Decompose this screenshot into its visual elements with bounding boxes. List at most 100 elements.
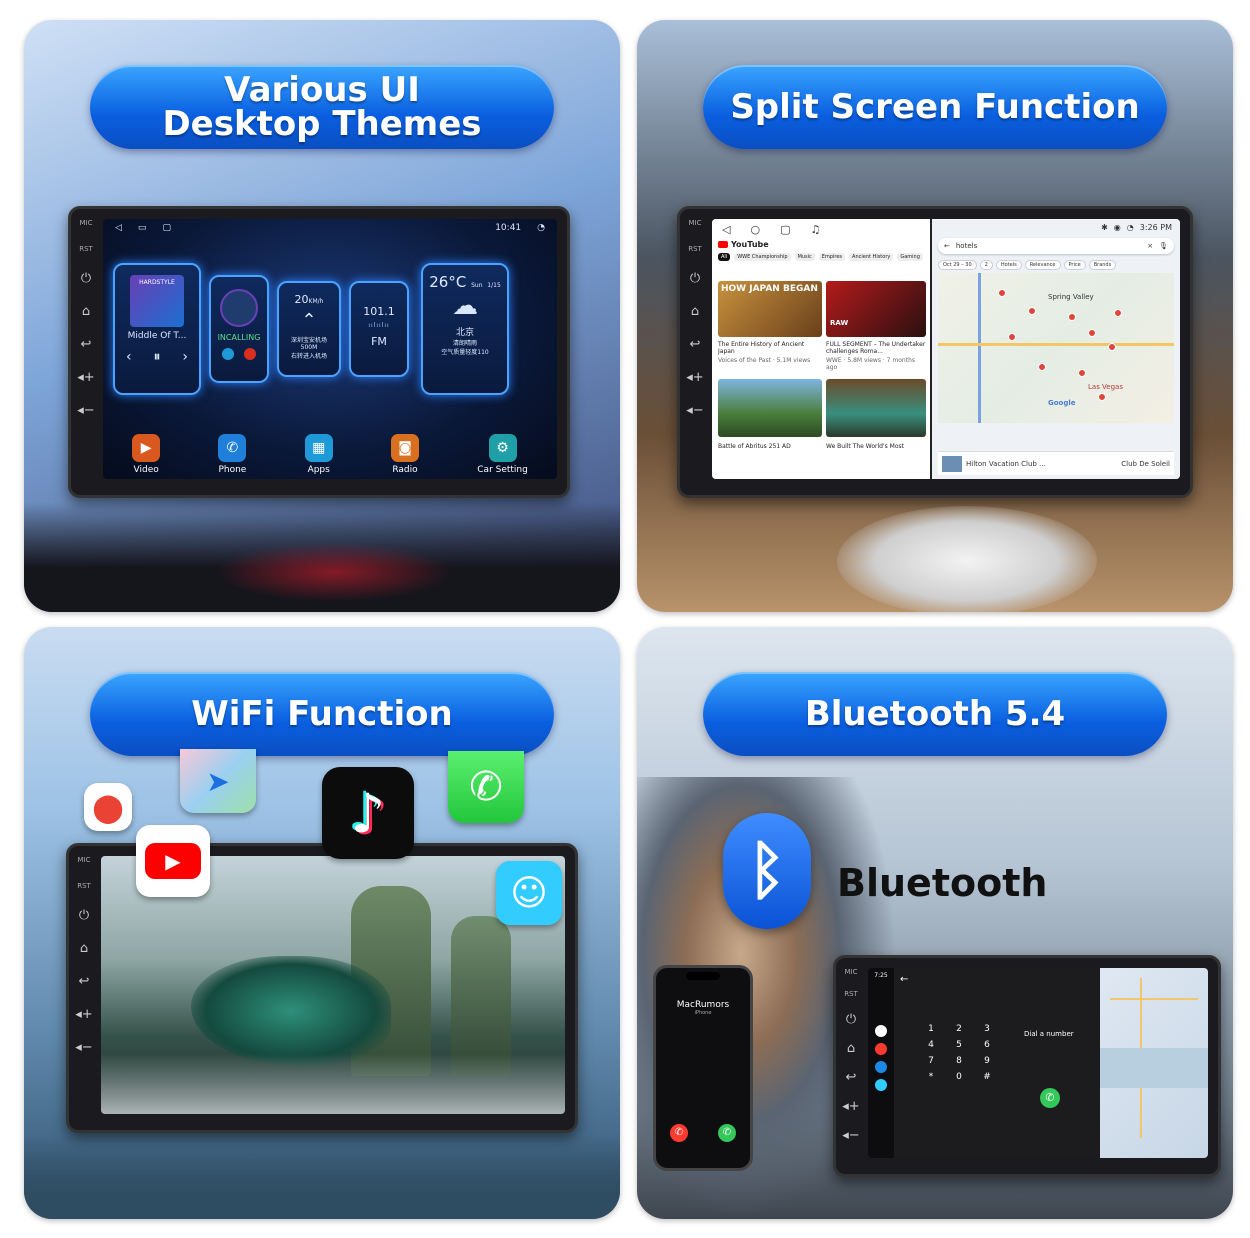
power-icon[interactable]: ⏻	[79, 908, 89, 923]
keypad-key[interactable]: 8	[946, 1056, 972, 1066]
call-card[interactable]: INCALLING	[209, 275, 269, 383]
youtube-chip[interactable]: WWE Championship	[734, 253, 791, 261]
keypad-key[interactable]: *	[918, 1072, 944, 1082]
map-pin-icon[interactable]	[1038, 363, 1046, 371]
nav-home-icon[interactable]: ○	[750, 223, 760, 236]
maps-filter-chip[interactable]: Hotels	[995, 260, 1022, 270]
map-pin-icon[interactable]	[1098, 393, 1106, 401]
power-icon[interactable]: ⏻	[846, 1012, 856, 1027]
maps-filter-chip[interactable]: Relevance	[1024, 260, 1061, 270]
decline-call-button[interactable]: ✆	[670, 1124, 688, 1142]
accept-call-icon[interactable]	[222, 348, 234, 360]
nav-home-icon[interactable]: ▭	[138, 223, 147, 233]
phone-app-icon[interactable]: ✆	[448, 751, 524, 823]
youtube-chip[interactable]: Music	[794, 253, 815, 261]
youtube-chip[interactable]: Gaming	[897, 253, 923, 261]
volume-up-icon[interactable]: ◂+	[842, 1099, 859, 1114]
map-pin-icon[interactable]	[1068, 313, 1076, 321]
volume-down-icon[interactable]: ◂−	[75, 1040, 92, 1055]
pause-icon[interactable]: ⏸	[153, 349, 160, 365]
dock-item-car-setting[interactable]: ⚙ Car Setting	[477, 434, 528, 475]
maps-filter-chip[interactable]: 2	[979, 260, 993, 270]
music-card[interactable]: HARDSTYLE Middle Of T... ‹ ⏸ ›	[113, 263, 201, 395]
music-note-icon[interactable]: ♫	[810, 223, 820, 236]
maps-filter-chip[interactable]: Price	[1063, 260, 1086, 270]
video-thumbnail-2[interactable]: RAW	[826, 281, 926, 337]
dial-call-button[interactable]: ✆	[1040, 1088, 1060, 1108]
youtube-chip[interactable]: Ancient History	[849, 253, 894, 261]
power-icon[interactable]: ⏻	[690, 271, 700, 286]
prev-icon[interactable]: ‹	[126, 349, 132, 365]
accept-call-button[interactable]: ✆	[718, 1124, 736, 1142]
maps-filter-chip[interactable]: Oct 29 – 30	[938, 260, 977, 270]
nav-recent-icon[interactable]: ▢	[162, 223, 171, 233]
maps-filter-chip[interactable]: Brands	[1088, 260, 1117, 270]
clear-icon[interactable]: ×	[1147, 242, 1153, 250]
search-back-icon[interactable]: ←	[944, 242, 950, 250]
dock-item-apps[interactable]: ▦ Apps	[304, 434, 333, 475]
map-pin-icon[interactable]	[1078, 369, 1086, 377]
nav-back-icon[interactable]: ◁	[722, 223, 730, 236]
decline-call-icon[interactable]	[244, 348, 256, 360]
keypad-key[interactable]: 3	[974, 1024, 1000, 1034]
map-pin-icon[interactable]	[1008, 333, 1016, 341]
volume-down-icon[interactable]: ◂−	[686, 403, 703, 418]
volume-down-icon[interactable]: ◂−	[77, 403, 94, 418]
tiktok-app-icon[interactable]: ♪	[322, 767, 414, 859]
keypad-key[interactable]: 4	[918, 1040, 944, 1050]
volume-up-icon[interactable]: ◂+	[75, 1007, 92, 1022]
waze-shortcut-icon[interactable]	[875, 1079, 887, 1091]
nav-recent-icon[interactable]: ▢	[780, 223, 790, 236]
waze-app-icon[interactable]: ☺	[496, 861, 562, 925]
map-pin-icon[interactable]	[1108, 343, 1116, 351]
video-thumbnail-1[interactable]: HOW JAPAN BEGAN	[718, 281, 822, 337]
back-icon[interactable]: ↩	[81, 337, 92, 352]
youtube-app-icon[interactable]: ▶	[136, 825, 210, 897]
phone-shortcut-icon[interactable]	[875, 1061, 887, 1073]
back-icon[interactable]: ↩	[846, 1070, 857, 1085]
keypad-key[interactable]: 2	[946, 1024, 972, 1034]
power-icon[interactable]: ⏻	[81, 271, 91, 286]
keypad-key[interactable]: #	[974, 1072, 1000, 1082]
map-pin-icon[interactable]	[1088, 329, 1096, 337]
map-pin-icon[interactable]	[1028, 307, 1036, 315]
home-icon[interactable]: ⌂	[691, 304, 699, 319]
dock-item-video[interactable]: ▶ Video	[132, 434, 161, 475]
apple-maps-app-icon[interactable]: ➤	[180, 749, 256, 813]
dock-item-radio[interactable]: ◙ Radio	[390, 434, 419, 475]
home-icon[interactable]: ⌂	[82, 304, 90, 319]
radio-card[interactable]: 101.1 ıılıılıı FM	[349, 281, 409, 377]
maps-search-bar[interactable]: ← hotels × 🎙	[938, 238, 1174, 254]
map-canvas[interactable]: Spring Valley Las Vegas Google	[938, 273, 1174, 423]
next-icon[interactable]: ›	[182, 349, 188, 365]
map-pin-icon[interactable]	[998, 289, 1006, 297]
back-icon[interactable]: ↩	[79, 974, 90, 989]
dialer-back-icon[interactable]: ←	[900, 974, 908, 985]
keypad-key[interactable]: 9	[974, 1056, 1000, 1066]
keypad-key[interactable]: 0	[946, 1072, 972, 1082]
youtube-chip[interactable]: All	[718, 253, 731, 261]
home-icon[interactable]: ⌂	[80, 941, 88, 956]
maps-result-strip[interactable]: Hilton Vacation Club ... Club De Soleil	[938, 451, 1174, 475]
youtube-chip[interactable]: Empires	[818, 253, 846, 261]
keypad-key[interactable]: 7	[918, 1056, 944, 1066]
weather-card[interactable]: 26°C Sun 1/15 ☁ 北京 清朗晴雨 空气质量轻度110	[421, 263, 509, 395]
google-maps-app-icon[interactable]: ⬤	[84, 783, 132, 831]
youtube-shortcut-icon[interactable]	[875, 1043, 887, 1055]
volume-up-icon[interactable]: ◂+	[686, 370, 703, 385]
video-thumbnail-4[interactable]	[826, 379, 926, 437]
maps-shortcut-icon[interactable]	[875, 1025, 887, 1037]
carplay-map-pane[interactable]	[1100, 968, 1208, 1158]
volume-up-icon[interactable]: ◂+	[77, 370, 94, 385]
dock-item-phone[interactable]: ✆ Phone	[218, 434, 247, 475]
nav-back-icon[interactable]: ◁	[115, 223, 122, 233]
volume-down-icon[interactable]: ◂−	[842, 1128, 859, 1143]
keypad-key[interactable]: 5	[946, 1040, 972, 1050]
mic-icon[interactable]: 🎙	[1159, 242, 1168, 250]
map-pin-icon[interactable]	[1114, 309, 1122, 317]
navigation-card[interactable]: 20KM/h ⌃ 深圳宝安机场 500M 右转进入机场	[277, 281, 341, 377]
home-icon[interactable]: ⌂	[847, 1041, 855, 1056]
keypad-key[interactable]: 1	[918, 1024, 944, 1034]
keypad-key[interactable]: 6	[974, 1040, 1000, 1050]
back-icon[interactable]: ↩	[690, 337, 701, 352]
